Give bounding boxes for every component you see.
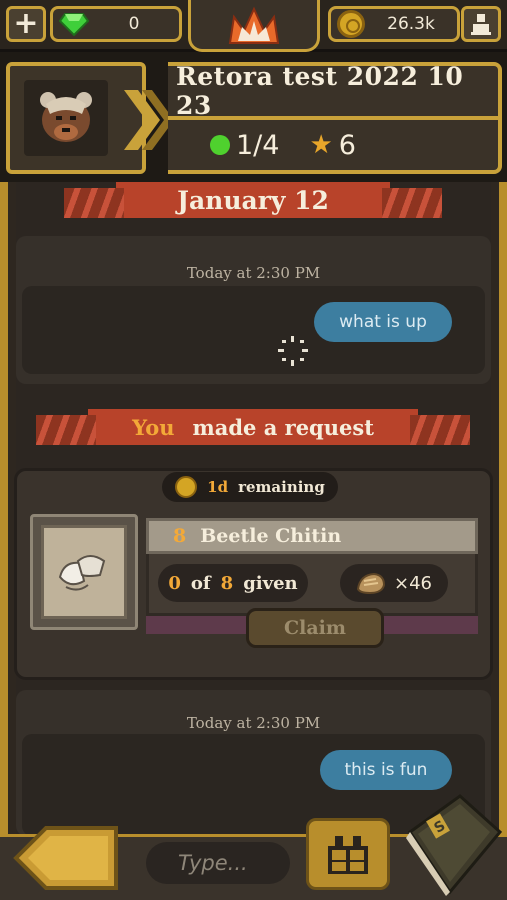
green-dot-icon xyxy=(210,135,230,155)
coin-icon xyxy=(337,10,365,38)
claim-button[interactable]: Claim xyxy=(246,608,384,648)
crown-icon xyxy=(228,6,280,44)
user-icon xyxy=(471,14,491,35)
item-quantity: 8 xyxy=(173,525,187,547)
time-remaining: 1d remaining xyxy=(162,472,338,502)
bear-avatar-icon xyxy=(40,92,92,142)
avatar xyxy=(24,80,108,156)
beetle-chitin-icon xyxy=(58,555,106,591)
request-ribbon: You made a request xyxy=(36,409,470,445)
of-label: of xyxy=(190,572,211,594)
item-slot xyxy=(41,525,127,619)
back-button[interactable] xyxy=(12,826,120,890)
gift-box-icon xyxy=(328,836,368,874)
time-remaining-label: remaining xyxy=(238,478,325,496)
needed-value: 8 xyxy=(220,572,234,594)
gems-value: 0 xyxy=(128,14,140,34)
progress-stat: 1/4 xyxy=(210,130,279,161)
reward-value: ×46 xyxy=(394,572,432,594)
item-name: Beetle Chitin xyxy=(200,525,342,547)
given-label: given xyxy=(243,572,298,594)
message-timestamp: Today at 2:30 PM xyxy=(186,714,321,732)
pie-icon xyxy=(356,572,386,595)
gems-counter[interactable]: 0 xyxy=(50,6,182,42)
message-timestamp: Today at 2:30 PM xyxy=(186,264,321,282)
gift-button[interactable] xyxy=(306,818,390,890)
clock-coin-icon xyxy=(175,476,198,498)
crown-badge[interactable] xyxy=(188,0,320,52)
given-counter: 0 of 8 given xyxy=(158,564,308,602)
star-icon: ★ xyxy=(309,130,333,160)
chevron-decoration xyxy=(124,90,174,150)
profile-header: Retora test 2022 10 23 1/4 ★ 6 xyxy=(0,60,507,178)
recipe-book-button[interactable]: S xyxy=(400,792,504,896)
date-ribbon: January 12 xyxy=(64,182,442,218)
player-stats: 1/4 ★ 6 xyxy=(168,118,502,174)
date-label: January 12 xyxy=(177,185,329,215)
player-name-panel: Retora test 2022 10 23 xyxy=(168,62,502,120)
item-frame[interactable] xyxy=(30,514,138,630)
request-actor: You xyxy=(132,414,175,440)
message-bubble[interactable]: what is up xyxy=(314,302,452,342)
stars-value: 6 xyxy=(338,129,356,161)
add-button[interactable]: + xyxy=(6,6,46,42)
gem-icon xyxy=(59,13,89,36)
given-value: 0 xyxy=(168,572,181,594)
reward-pill: ×46 xyxy=(340,564,448,602)
player-name: Retora test 2022 10 23 xyxy=(176,62,464,120)
message-bubble[interactable]: this is fun xyxy=(320,750,452,790)
top-bar: + 0 26.3k xyxy=(0,0,507,52)
message-input[interactable]: Type... xyxy=(146,842,290,884)
request-action: made a request xyxy=(192,414,374,440)
progress-value: 1/4 xyxy=(236,129,280,161)
coins-value: 26.3k xyxy=(387,14,435,34)
coins-counter[interactable]: 26.3k xyxy=(328,6,460,42)
item-name-bar: 8 Beetle Chitin xyxy=(146,518,478,554)
time-remaining-value: 1d xyxy=(207,478,229,496)
plus-icon: + xyxy=(13,6,39,41)
profile-button[interactable] xyxy=(461,6,501,42)
stars-stat: ★ 6 xyxy=(309,130,356,161)
loading-spinner-icon xyxy=(278,336,308,366)
